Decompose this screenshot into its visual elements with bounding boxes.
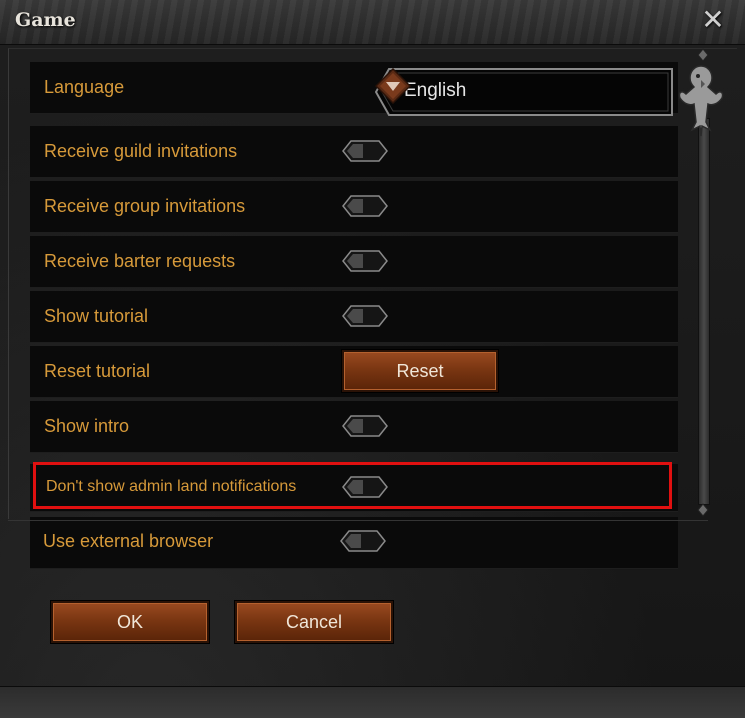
- title-bar: Game ✕: [0, 0, 745, 45]
- list-divider: [8, 520, 708, 521]
- setting-row-admin-land-notifications: Don't show admin land notifications: [30, 464, 678, 512]
- setting-label: Receive group invitations: [44, 196, 246, 216]
- language-value: English: [404, 80, 467, 101]
- toggle-switch[interactable]: [342, 195, 388, 217]
- bottom-border: [0, 686, 745, 718]
- setting-label: Don't show admin land notifications: [46, 478, 297, 495]
- language-row: Language English: [30, 62, 678, 116]
- setting-label: Show intro: [44, 416, 130, 436]
- cancel-button[interactable]: Cancel: [235, 601, 393, 643]
- raven-ornament-icon[interactable]: [676, 60, 726, 140]
- window-title: Game: [15, 9, 76, 31]
- setting-label: Reset tutorial: [44, 361, 151, 381]
- setting-label: Receive guild invitations: [44, 141, 238, 161]
- scroll-down-icon[interactable]: [697, 503, 709, 517]
- toggle-switch[interactable]: [342, 140, 388, 162]
- setting-row-barter-requests: Receive barter requests: [30, 236, 678, 288]
- setting-label: Use external browser: [43, 531, 214, 551]
- settings-window: Game ✕ Language English Receive guild in…: [0, 0, 745, 718]
- setting-row-external-browser: Use external browser: [30, 517, 678, 569]
- scroll-track[interactable]: [698, 118, 710, 505]
- ok-button[interactable]: OK: [51, 601, 209, 643]
- language-select[interactable]: English: [375, 68, 675, 116]
- setting-row-group-invitations: Receive group invitations: [30, 181, 678, 233]
- reset-tutorial-button[interactable]: Reset: [342, 350, 498, 392]
- settings-list: Language English Receive guild invitatio…: [30, 62, 678, 569]
- setting-label: Show tutorial: [44, 306, 149, 326]
- setting-row-show-intro: Show intro: [30, 401, 678, 453]
- toggle-switch[interactable]: [342, 250, 388, 272]
- dropdown-arrow-icon[interactable]: [375, 68, 411, 104]
- toggle-switch[interactable]: [340, 530, 386, 552]
- toggle-switch[interactable]: [342, 476, 388, 498]
- setting-label: Receive barter requests: [44, 251, 236, 271]
- toggle-switch[interactable]: [342, 305, 388, 327]
- language-label: Language: [44, 77, 125, 97]
- setting-row-show-tutorial: Show tutorial: [30, 291, 678, 343]
- close-icon[interactable]: ✕: [699, 6, 727, 34]
- setting-row-reset-tutorial: Reset tutorial Reset: [30, 346, 678, 398]
- toggle-switch[interactable]: [342, 415, 388, 437]
- setting-row-guild-invitations: Receive guild invitations: [30, 126, 678, 178]
